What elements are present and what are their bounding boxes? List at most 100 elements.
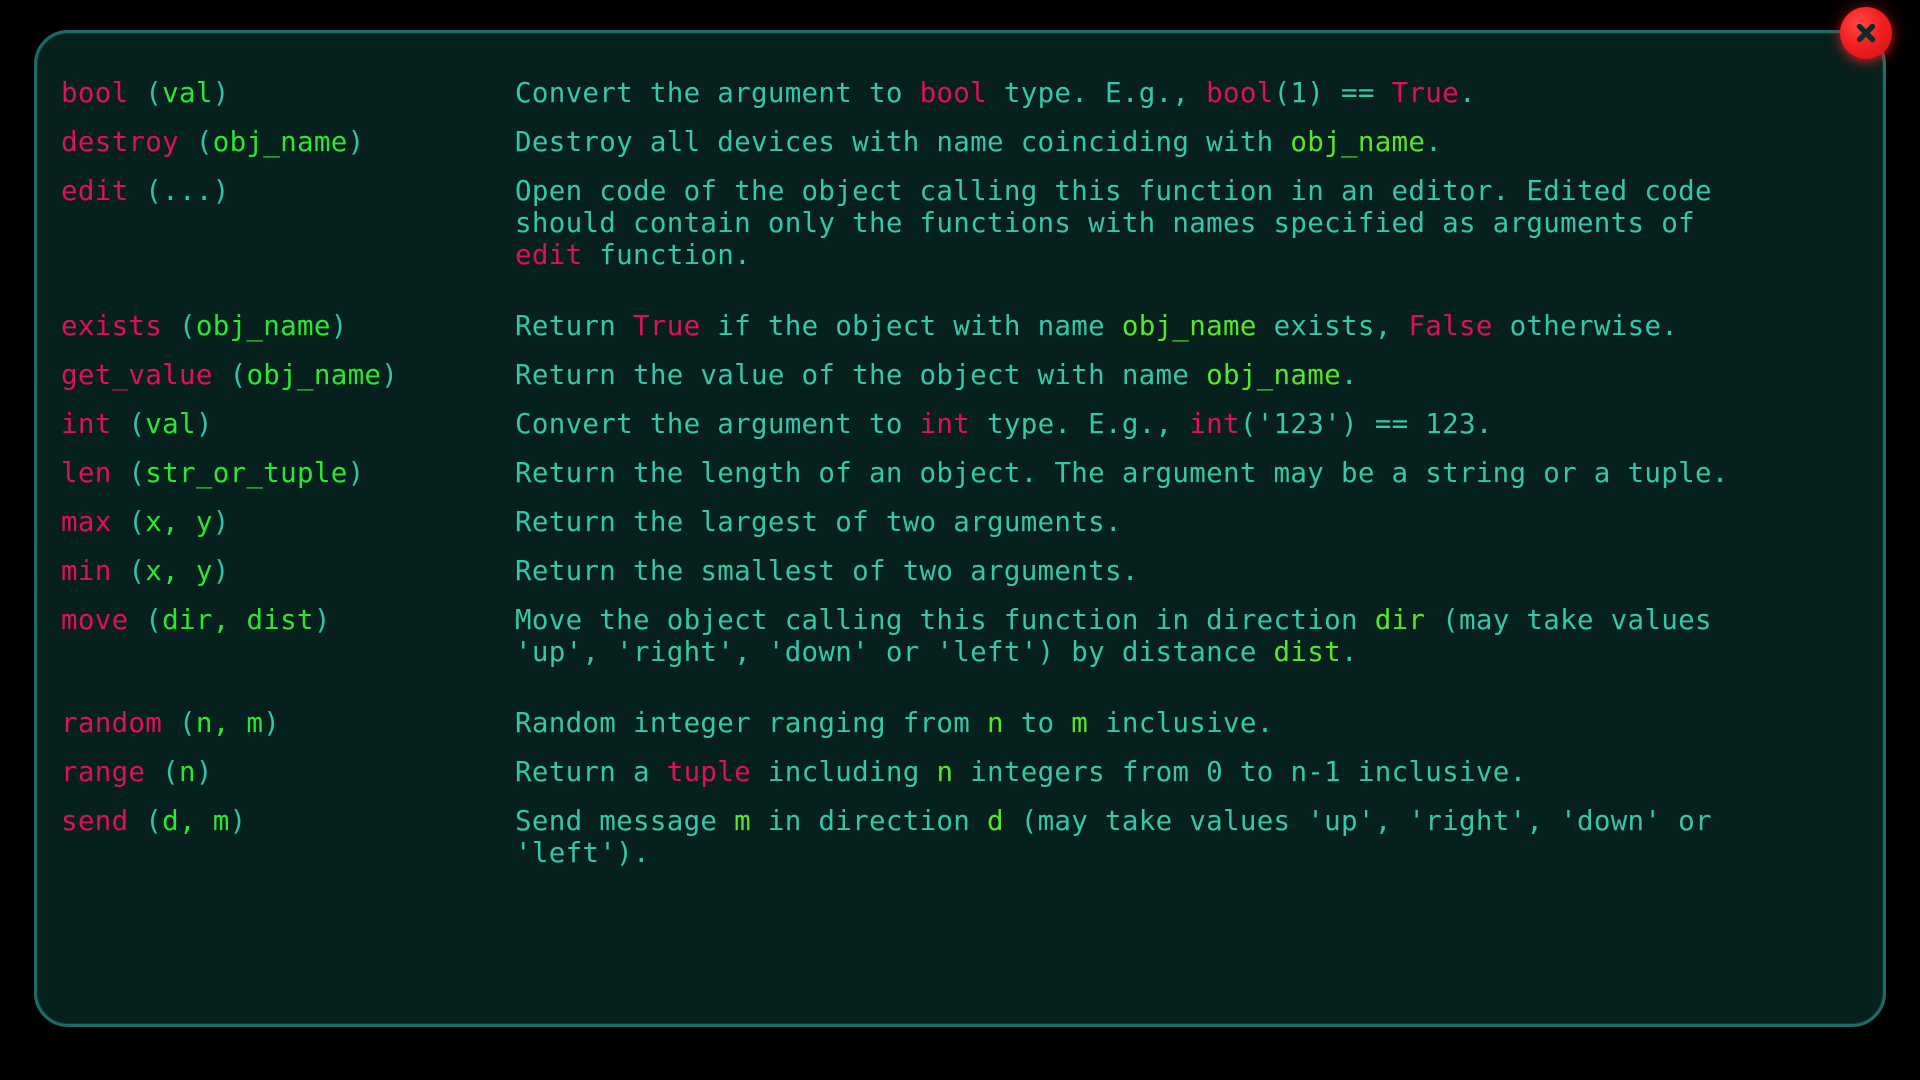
function-signature: bool (val) xyxy=(61,77,515,109)
description-token: inclusive. xyxy=(1341,756,1527,788)
signature-token: ( xyxy=(162,310,196,342)
function-description: Destroy all devices with name coinciding… xyxy=(515,126,1883,158)
function-signature: exists (obj_name) xyxy=(61,310,515,342)
description-token: False xyxy=(1408,310,1493,342)
description-token: edit xyxy=(515,239,583,271)
signature-token: edit xyxy=(61,175,129,207)
signature-token: obj_name xyxy=(246,359,382,391)
description-token: dist xyxy=(1273,636,1341,668)
signature-token: obj_name xyxy=(212,126,348,158)
signature-token: ) xyxy=(212,555,230,587)
help-entry-range: range (n) Return a tuple including n inte… xyxy=(37,756,1883,788)
description-token: Return the largest of two arguments. xyxy=(515,506,1122,538)
signature-token: ) xyxy=(313,604,331,636)
signature-token: ( xyxy=(111,408,146,440)
description-token: Open code of the object calling this fun… xyxy=(515,175,1712,207)
description-line: Send message m in direction d (may take … xyxy=(515,805,1883,837)
function-description: Move the object calling this function in… xyxy=(515,604,1883,668)
description-token: (may take values xyxy=(1425,604,1712,636)
description-line: edit function. xyxy=(515,239,1883,271)
function-description: Open code of the object calling this fun… xyxy=(515,175,1883,271)
signature-token: ( xyxy=(111,555,146,587)
signature-token: n xyxy=(179,756,196,788)
help-entry-exists: exists (obj_name) Return True if the obje… xyxy=(37,310,1883,342)
close-icon xyxy=(1856,23,1876,43)
signature-token: ) xyxy=(263,707,281,739)
signature-token: x, y xyxy=(145,555,213,587)
description-token: to xyxy=(1003,707,1072,739)
signature-token: x, y xyxy=(145,506,213,538)
description-token: 'up', 'right', 'down' or 'left') by dist… xyxy=(515,636,1274,668)
function-signature: destroy (obj_name) xyxy=(61,126,515,158)
description-token: Move the object calling this function in… xyxy=(515,604,1375,636)
description-token: bool xyxy=(1206,77,1274,109)
description-token: n xyxy=(986,707,1004,739)
signature-token: ( xyxy=(128,175,163,207)
description-line: Return the largest of two arguments. xyxy=(515,506,1883,538)
description-token: Random integer ranging from xyxy=(515,707,987,739)
description-token: d xyxy=(987,805,1004,837)
signature-token: ) xyxy=(195,408,213,440)
function-description: Return the value of the object with name… xyxy=(515,359,1883,391)
function-description: Convert the argument to bool type. E.g.,… xyxy=(515,77,1883,109)
description-token: m xyxy=(734,805,751,837)
description-token: in direction xyxy=(751,805,987,837)
description-line: Return a tuple including n integers from… xyxy=(515,756,1883,788)
description-token: 'left'). xyxy=(515,837,650,869)
signature-token: exists xyxy=(61,310,163,342)
description-line: Return the value of the object with name… xyxy=(515,359,1883,391)
signature-token: int xyxy=(61,408,112,440)
function-signature: get_value (obj_name) xyxy=(61,359,515,391)
description-line: Open code of the object calling this fun… xyxy=(515,175,1883,207)
function-signature: send (d, m) xyxy=(61,805,515,837)
description-token: obj_name xyxy=(1206,359,1341,391)
description-token: if the object with name xyxy=(700,310,1122,342)
function-signature: len (str_or_tuple) xyxy=(61,457,515,489)
description-token: True xyxy=(1391,77,1460,109)
signature-token: destroy xyxy=(61,126,179,158)
description-token: function. xyxy=(582,239,752,271)
description-line: 'left'). xyxy=(515,837,1883,869)
description-token: Convert the argument to xyxy=(515,408,920,440)
description-token: Return xyxy=(515,310,633,342)
signature-token: min xyxy=(61,555,112,587)
function-description: Return the length of an object. The argu… xyxy=(515,457,1883,489)
signature-token: ( xyxy=(128,805,163,837)
description-token: otherwise. xyxy=(1492,310,1679,342)
function-signature: min (x, y) xyxy=(61,555,515,587)
signature-token: move xyxy=(61,604,129,636)
signature-token: ( xyxy=(212,359,247,391)
help-entry-bool: bool (val) Convert the argument to bool t… xyxy=(37,77,1883,109)
description-token: Convert the argument to xyxy=(515,77,920,109)
signature-token: d, m xyxy=(162,805,230,837)
description-token: inclusive. xyxy=(1088,707,1274,739)
signature-token: ) xyxy=(195,756,213,788)
signature-token: str_or_tuple xyxy=(145,457,348,489)
signature-token: n, m xyxy=(195,707,264,739)
description-token: Return a xyxy=(515,756,667,788)
help-entry-int: int (val) Convert the argument to int typ… xyxy=(37,408,1883,440)
description-token: type. E.g., xyxy=(987,77,1207,109)
description-token: Return the smallest of two arguments. xyxy=(515,555,1139,587)
description-token: obj_name xyxy=(1290,126,1426,158)
function-description: Return the smallest of two arguments. xyxy=(515,555,1883,587)
description-token: including xyxy=(751,756,937,788)
close-button[interactable] xyxy=(1840,7,1892,59)
description-line: Convert the argument to int type. E.g., … xyxy=(515,408,1883,440)
help-entry-destroy: destroy (obj_name) Destroy all devices wi… xyxy=(37,126,1883,158)
description-token: n xyxy=(936,756,954,788)
signature-token: ) xyxy=(347,457,365,489)
signature-token: dir, dist xyxy=(162,604,314,636)
description-line: Random integer ranging from n to m inclu… xyxy=(515,707,1883,739)
description-line: Move the object calling this function in… xyxy=(515,604,1883,636)
signature-token: ... xyxy=(162,175,213,207)
help-panel: bool (val) Convert the argument to bool t… xyxy=(34,30,1886,1027)
function-description: Convert the argument to int type. E.g., … xyxy=(515,408,1883,440)
function-signature: move (dir, dist) xyxy=(61,604,515,636)
description-line: Destroy all devices with name coinciding… xyxy=(515,126,1883,158)
function-signature: edit (...) xyxy=(61,175,515,207)
signature-token: bool xyxy=(61,77,129,109)
description-token: should contain only the functions with n… xyxy=(515,207,1695,239)
help-entry-send: send (d, m) Send message m in direction d… xyxy=(37,805,1883,869)
signature-token: ) xyxy=(347,126,365,158)
